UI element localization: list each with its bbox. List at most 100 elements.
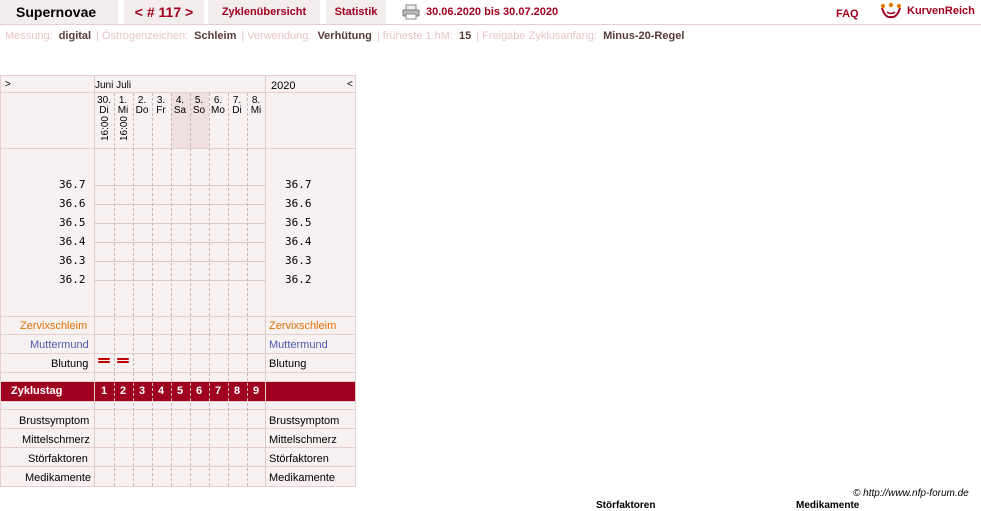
temperature-label-right: 36.5 xyxy=(285,216,312,229)
zyklustag-label: Zyklustag xyxy=(11,385,63,397)
oestrogen-value: Schleim xyxy=(194,30,237,42)
day-gridline xyxy=(114,93,115,486)
cycle-day-number: 9 xyxy=(252,385,260,397)
next-cycle-button[interactable]: < xyxy=(347,79,353,90)
cycle-navigation[interactable]: < # 117 > xyxy=(124,0,204,24)
day-weekday: Do xyxy=(135,105,149,116)
measurement-time: 16:00 xyxy=(100,116,111,142)
bleeding-marker[interactable] xyxy=(98,358,110,363)
muttermund-label: Muttermund xyxy=(30,339,89,351)
separator: | xyxy=(96,30,99,42)
row-divider xyxy=(1,334,355,335)
bleeding-marker[interactable] xyxy=(117,358,129,363)
oestrogen-label: Östrogenzeichen: xyxy=(101,30,189,42)
app-title: Supernovae xyxy=(0,0,118,24)
day-header[interactable]: 4. Sa xyxy=(171,96,189,116)
temperature-label: 36.7 xyxy=(59,178,86,191)
cycle-day-number: 1 xyxy=(100,385,108,397)
measurement-time: 16:00 xyxy=(119,116,130,142)
brand-link[interactable]: KurvenReich xyxy=(907,0,975,22)
day-header[interactable]: 8. Mi xyxy=(247,96,265,116)
row-divider xyxy=(1,381,355,382)
zyklustag-row: Zyklustag 123456789 xyxy=(1,381,355,401)
day-header[interactable]: 7. Di xyxy=(228,96,246,116)
hm-value: 15 xyxy=(459,30,472,42)
temperature-gridline xyxy=(95,261,266,262)
day-gridline xyxy=(152,93,153,486)
temperature-label-right: 36.6 xyxy=(285,197,312,210)
separator: | xyxy=(476,30,480,42)
freigabe-value: Minus-20-Regel xyxy=(603,30,685,42)
mittelschmerz-label: Mittelschmerz xyxy=(22,434,90,446)
cycle-day-number: 5 xyxy=(176,385,184,397)
faq-link[interactable]: FAQ xyxy=(836,0,859,28)
separator: | xyxy=(241,30,245,42)
day-header[interactable]: 5. So xyxy=(190,96,208,116)
day-weekday: Sa xyxy=(173,105,187,116)
chart-right-border xyxy=(265,76,266,486)
muttermund-label-right: Muttermund xyxy=(269,339,328,351)
settings-bar: Messung: digital | Östrogenzeichen: Schleim |… xyxy=(5,30,686,43)
temperature-label-right: 36.4 xyxy=(285,235,312,248)
cycle-day-number: 2 xyxy=(119,385,127,397)
day-weekday: Di xyxy=(232,105,242,116)
messung-value: digital xyxy=(58,30,92,42)
temperature-label-right: 36.2 xyxy=(285,273,312,286)
day-header[interactable]: 6. Mo xyxy=(209,96,227,116)
day-weekday: So xyxy=(192,105,206,116)
row-divider xyxy=(1,148,355,149)
freigabe-label: Freigabe Zyklusanfang: xyxy=(482,30,598,42)
kurvenreich-logo-icon[interactable] xyxy=(880,2,902,20)
cycle-day-number: 6 xyxy=(195,385,203,397)
date-range: 30.06.2020 bis 30.07.2020 xyxy=(426,6,559,18)
brustsymptom-label: Brustsymptom xyxy=(19,415,90,427)
temperature-gridline xyxy=(95,185,266,186)
row-divider xyxy=(1,447,355,448)
row-divider xyxy=(1,428,355,429)
day-header[interactable]: 2. Do xyxy=(133,96,151,116)
previous-cycle-button[interactable]: > xyxy=(5,79,11,90)
day-gridline xyxy=(190,93,191,486)
temperature-label-right: 36.7 xyxy=(285,178,312,191)
verwendung-label: Verwendung: xyxy=(247,30,312,42)
cycle-day-number: 8 xyxy=(233,385,241,397)
tab-cycle-overview[interactable]: Zyklenübersicht xyxy=(208,0,320,24)
day-gridline xyxy=(247,93,248,486)
messung-label: Messung: xyxy=(5,30,53,42)
cycle-day-number: 4 xyxy=(157,385,165,397)
day-gridline xyxy=(133,93,134,486)
day-gridline xyxy=(209,93,210,486)
temperature-gridline xyxy=(95,242,266,243)
temperature-label: 36.2 xyxy=(59,273,86,286)
cycle-day-number: 7 xyxy=(214,385,222,397)
temperature-label: 36.5 xyxy=(59,216,86,229)
row-divider xyxy=(1,409,355,410)
mittelschmerz-label-right: Mittelschmerz xyxy=(269,434,337,446)
medikamente-label: Medikamente xyxy=(25,472,92,484)
stoerfaktoren-label-right: Störfaktoren xyxy=(269,453,329,465)
day-gridline xyxy=(171,93,172,486)
day-weekday: Mi xyxy=(250,105,262,116)
row-divider xyxy=(1,92,355,93)
temperature-gridline xyxy=(95,204,266,205)
year-label: 2020 xyxy=(271,80,296,92)
blutung-label-right: Blutung xyxy=(269,358,307,370)
day-gridline xyxy=(228,93,229,486)
zervixschleim-label: Zervixschleim xyxy=(20,320,88,332)
row-divider xyxy=(1,466,355,467)
row-divider xyxy=(1,401,355,402)
copyright-footer: © http://www.nfp-forum.de xyxy=(853,488,969,499)
blutung-label: Blutung xyxy=(51,358,89,370)
day-header[interactable]: 30. Di xyxy=(95,96,113,116)
tab-statistics[interactable]: Statistik xyxy=(326,0,386,24)
cycle-day-number: 3 xyxy=(138,385,146,397)
month-label: Juni Juli xyxy=(95,80,132,91)
chart-left-border xyxy=(94,76,95,486)
day-header[interactable]: 1. Mi xyxy=(114,96,132,116)
day-header[interactable]: 3. Fr xyxy=(152,96,170,116)
temperature-label-right: 36.3 xyxy=(285,254,312,267)
temperature-label: 36.4 xyxy=(59,235,86,248)
printer-icon[interactable] xyxy=(402,4,420,20)
separator: | xyxy=(376,30,380,42)
day-weekday: Mi xyxy=(117,105,129,116)
